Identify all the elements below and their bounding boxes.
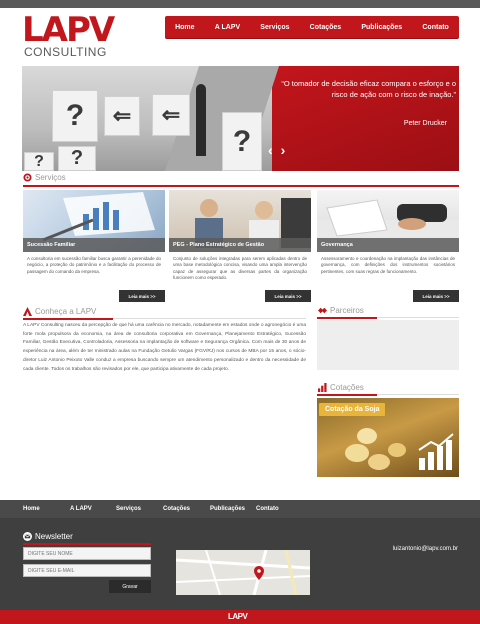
footer-nav-servicos[interactable]: Serviços <box>116 506 141 512</box>
footer-nav-contato[interactable]: Contato <box>256 506 279 512</box>
banner-quote: “O tomador de decisão eficaz compara o e… <box>281 79 456 99</box>
card-text: Assessoramento e coordenação na implanta… <box>321 256 455 274</box>
partners-title: Parceiros <box>330 306 364 315</box>
main-nav: Home A LAPV Serviços Cotações Publicaçõe… <box>165 16 459 38</box>
question-cube: ? <box>52 90 98 142</box>
read-more-button[interactable]: Leia mais >> <box>265 290 311 302</box>
location-map[interactable] <box>176 550 310 595</box>
growth-chart-icon <box>418 433 454 470</box>
footer: Home A LAPV Serviços Cotações Publicaçõe… <box>0 500 480 610</box>
service-card: PEG - Plano Estratégico de Gestão Conjun… <box>169 190 311 302</box>
map-pin-icon[interactable] <box>254 566 264 580</box>
soy-quote-banner[interactable]: Cotação da Soja <box>317 398 459 477</box>
newsletter-submit-button[interactable]: Gravar <box>109 580 151 593</box>
logo-subtitle: CONSULTING <box>24 45 107 59</box>
partners-divider-grey <box>377 317 459 318</box>
map-tiles <box>176 550 310 595</box>
partners-heading: Parceiros <box>318 306 364 315</box>
footer-nav-a-lapv[interactable]: A LAPV <box>70 506 92 512</box>
nav-contato[interactable]: Contato <box>422 24 448 31</box>
card-caption: Sucessão Familiar <box>23 238 165 252</box>
newsletter-divider <box>23 543 151 545</box>
partners-box <box>317 320 459 370</box>
card-caption: Governança <box>317 238 459 252</box>
contact-email[interactable]: luizantonio@lapv.com.br <box>393 546 458 552</box>
envelope-icon <box>23 532 32 541</box>
bar-chart-icon <box>318 383 327 392</box>
businessman-figure <box>196 84 206 156</box>
read-more-button[interactable]: Leia mais >> <box>119 290 165 302</box>
newsletter-email-input[interactable] <box>23 564 151 577</box>
about-title: Conheça a LAPV <box>35 307 97 316</box>
services-heading: Serviços <box>23 173 66 182</box>
partners-divider <box>317 317 377 319</box>
about-divider <box>23 318 113 320</box>
service-card: Governança Assessoramento e coordenação … <box>317 190 459 302</box>
next-arrow-icon[interactable]: › <box>281 142 294 158</box>
footer-logo: LAPV <box>228 612 248 621</box>
quotes-divider <box>317 394 377 396</box>
nav-a-lapv[interactable]: A LAPV <box>215 24 240 31</box>
logo-mark: LAPV <box>22 10 115 50</box>
prev-arrow-icon[interactable]: ‹ <box>268 142 281 158</box>
about-heading: Conheça a LAPV <box>23 307 96 316</box>
nav-publicacoes[interactable]: Publicações <box>361 24 402 31</box>
handshake-icon <box>318 307 327 314</box>
logo[interactable]: LAPV CONSULTING <box>22 10 142 60</box>
newsletter-name-input[interactable] <box>23 547 151 560</box>
footer-nav-publicacoes[interactable]: Publicações <box>210 506 245 512</box>
newsletter-heading: Newsletter <box>23 532 73 541</box>
about-text: A LAPV Consulting nasceu da percepção de… <box>23 323 306 372</box>
services-divider <box>23 185 459 187</box>
card-text: A consultoria em sucessão familiar busca… <box>27 256 161 274</box>
read-more-button[interactable]: Leia mais >> <box>413 290 459 302</box>
newsletter-title: Newsletter <box>35 532 73 541</box>
quotes-divider-grey <box>377 394 459 395</box>
service-card: Sucessão Familiar A consultoria em suces… <box>23 190 165 302</box>
question-cube: ? <box>222 112 262 171</box>
quotes-heading: Cotações <box>318 383 364 392</box>
nav-servicos[interactable]: Serviços <box>260 24 289 31</box>
about-divider-grey <box>113 318 306 319</box>
card-text: Conjunto de soluções integradas para ser… <box>173 256 307 280</box>
top-bar <box>0 0 480 8</box>
arrow-cube: ⇐ <box>152 94 190 136</box>
hero-banner: ? ⇐ ⇐ ? ? ? “O tomador de decisão eficaz… <box>22 66 459 171</box>
services-title: Serviços <box>35 173 66 182</box>
soy-quote-label: Cotação da Soja <box>319 403 386 416</box>
footer-nav-cotacoes[interactable]: Cotações <box>163 506 190 512</box>
quotes-title: Cotações <box>330 383 364 392</box>
footer-nav: Home A LAPV Serviços Cotações Publicaçõe… <box>0 500 480 518</box>
banner-author: Peter Drucker <box>403 120 447 127</box>
nav-home[interactable]: Home <box>175 24 194 31</box>
arrow-cube: ⇐ <box>104 96 140 136</box>
lapv-a-icon <box>23 307 32 316</box>
footer-nav-home[interactable]: Home <box>23 506 40 512</box>
question-cube: ? <box>24 152 54 171</box>
card-caption: PEG - Plano Estratégico de Gestão <box>169 238 311 252</box>
banner-arrows: ‹› <box>268 142 293 158</box>
nav-cotacoes[interactable]: Cotações <box>310 24 342 31</box>
question-cube: ? <box>58 146 96 171</box>
gear-icon <box>23 173 32 182</box>
